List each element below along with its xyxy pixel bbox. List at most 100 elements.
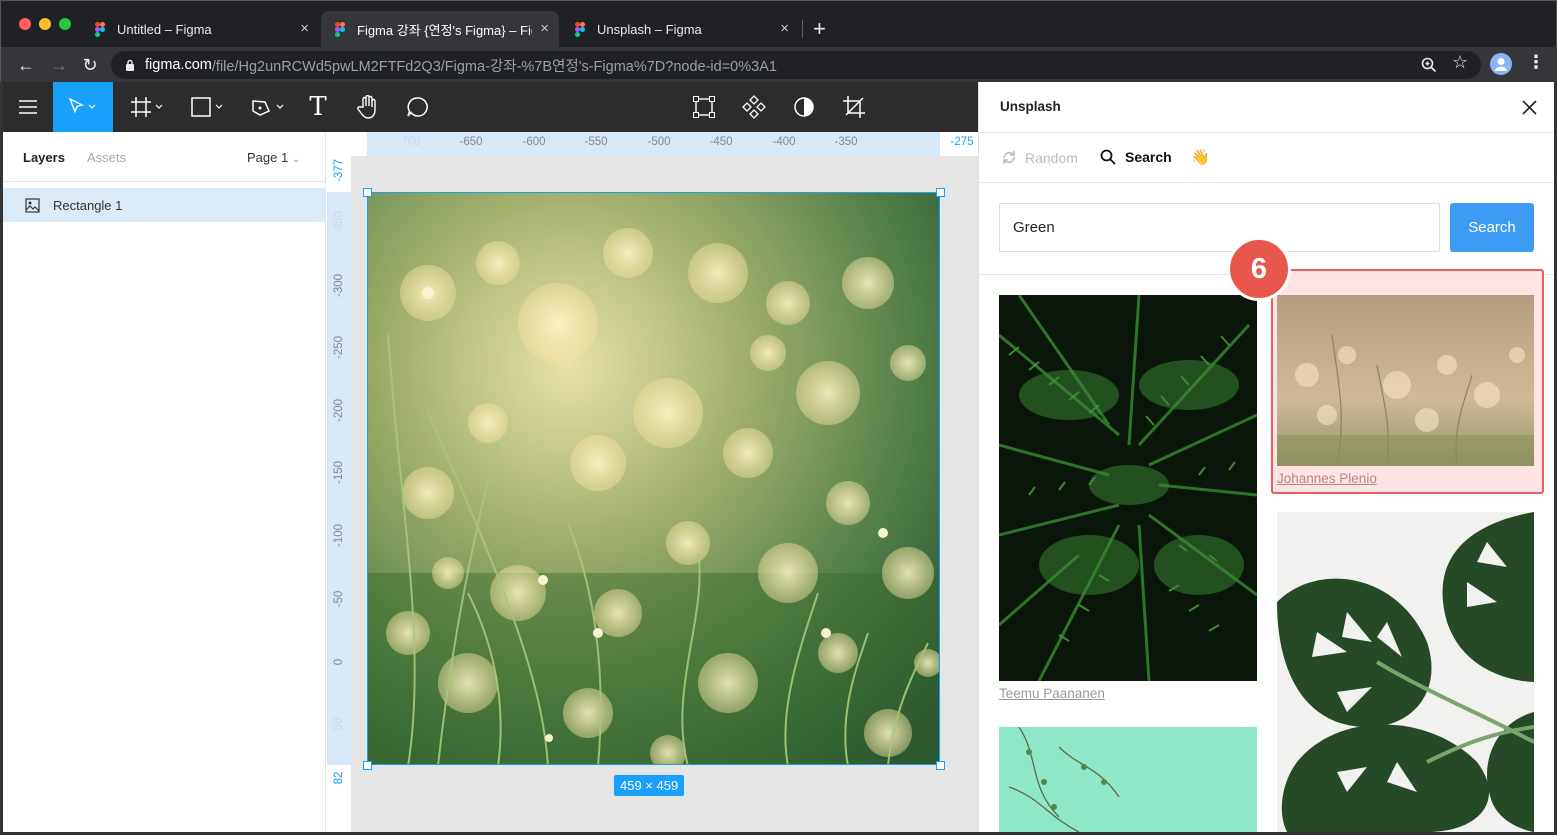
browser-tab-unsplash[interactable]: Unsplash – Figma × [561, 11, 799, 47]
unsplash-plugin-panel: Unsplash Random Search 👋 Search [978, 82, 1555, 832]
result-image-monstera[interactable] [1277, 512, 1534, 832]
browser-window-chrome: Untitled – Figma × Figma 강좌 {연정's Figma}… [0, 0, 1557, 83]
browser-tab-untitled[interactable]: Untitled – Figma × [81, 11, 319, 47]
tab-assets[interactable]: Assets [87, 150, 126, 165]
profile-avatar-icon[interactable] [1490, 53, 1512, 75]
address-bar[interactable]: figma.com/file/Hg2unRCWd5pwLM2FTFd2Q3/Fi… [111, 51, 1481, 79]
ruler-label: 50 [333, 717, 345, 731]
resize-handle-top-left[interactable] [363, 188, 372, 197]
ruler-label: -400 [772, 136, 796, 148]
pen-tool-button[interactable] [245, 82, 291, 132]
figma-toolbar: T [3, 82, 978, 132]
tab-title: Untitled – Figma [117, 21, 212, 37]
tab-close-icon[interactable]: × [300, 20, 309, 37]
waving-hand-icon[interactable]: 👋 [1191, 148, 1210, 166]
minimize-window-button[interactable] [39, 18, 51, 30]
fern-photo [999, 295, 1257, 681]
browser-tab-figma-course[interactable]: Figma 강좌 {연정's Figma} – Figm × [321, 11, 559, 47]
ruler-label-selection-start: -377 [333, 158, 345, 182]
ruler-label-selection-end: 82 [333, 771, 345, 785]
pen-tool-icon [252, 100, 284, 116]
resize-handle-bottom-right[interactable] [936, 761, 945, 770]
tab-random[interactable]: Random [1001, 149, 1078, 166]
photographer-credit-link[interactable]: Teemu Paananen [999, 686, 1105, 701]
dimension-label: 459 × 459 [614, 775, 685, 796]
layer-name: Rectangle 1 [53, 197, 123, 213]
page-selector[interactable]: Page 1 ⌄ [247, 150, 300, 165]
ruler-label: -300 [333, 273, 345, 297]
step-number-badge: 6 [1227, 237, 1291, 301]
tab-divider [802, 20, 803, 38]
shape-tool-button[interactable] [185, 82, 231, 132]
ruler-label: -700 [397, 136, 421, 148]
design-canvas[interactable]: -700 -650 -600 -550 -500 -450 -400 -350 … [327, 132, 978, 832]
frame-tool-button[interactable] [125, 82, 171, 132]
crop-icon [843, 96, 865, 118]
bokeh-grass-photo [368, 193, 939, 764]
browser-menu-icon[interactable]: ⋮ [1527, 52, 1545, 73]
tab-search-label: Search [1125, 149, 1172, 165]
ruler-label: -500 [647, 136, 671, 148]
ruler-label: -550 [584, 136, 608, 148]
bookmark-star-icon[interactable]: ☆ [1452, 52, 1468, 73]
resize-handle-top-right[interactable] [936, 188, 945, 197]
mint-vine-photo [999, 727, 1257, 832]
close-window-button[interactable] [19, 18, 31, 30]
ruler-label: -350 [333, 210, 345, 234]
close-icon[interactable] [1522, 100, 1537, 115]
edit-object-icon [693, 96, 715, 118]
window-border [0, 82, 3, 835]
create-component-button[interactable] [741, 82, 767, 132]
mask-icon [794, 97, 814, 117]
hand-tool-button[interactable] [353, 82, 383, 132]
layer-row-rectangle[interactable]: Rectangle 1 [3, 188, 326, 222]
ruler-label: -250 [333, 335, 345, 359]
result-image-bokeh[interactable] [1277, 295, 1534, 466]
refresh-icon [1003, 151, 1015, 164]
search-input[interactable] [999, 203, 1440, 252]
move-tool-icon [68, 98, 96, 114]
frame-tool-icon [131, 97, 163, 117]
forward-icon[interactable]: → [46, 52, 72, 78]
ruler-label: -50 [333, 590, 345, 608]
figma-favicon-icon [95, 22, 105, 37]
photographer-credit-link[interactable]: Johannes Plenio [1277, 471, 1377, 486]
mask-button[interactable] [791, 82, 817, 132]
resize-handle-bottom-left[interactable] [363, 761, 372, 770]
layers-panel: Layers Assets Page 1 ⌄ Rectangle 1 [3, 132, 326, 832]
vertical-ruler: -377 -350 -300 -250 -200 -150 -100 -50 0… [327, 156, 351, 832]
ruler-label: -350 [834, 136, 858, 148]
search-icon [1100, 149, 1116, 165]
maximize-window-button[interactable] [59, 18, 71, 30]
browser-toolbar: ← → ↻ figma.com/file/Hg2unRCWd5pwLM2FTFd… [1, 47, 1557, 83]
horizontal-ruler: -700 -650 -600 -550 -500 -450 -400 -350 … [367, 132, 978, 156]
selected-image-rectangle[interactable] [367, 192, 940, 765]
edit-object-button[interactable] [691, 82, 717, 132]
comment-tool-button[interactable] [403, 82, 433, 132]
rectangle-tool-icon [191, 97, 223, 117]
ruler-label: -100 [333, 523, 345, 547]
tab-title: Figma 강좌 {연정's Figma} – Figm [357, 22, 532, 38]
url-host: figma.com [145, 57, 212, 73]
text-tool-icon[interactable]: T [303, 82, 333, 132]
result-image-mint-vine[interactable] [999, 727, 1257, 832]
layers-panel-header: Layers Assets Page 1 ⌄ [3, 132, 325, 182]
new-tab-button[interactable]: + [813, 16, 826, 42]
tab-layers[interactable]: Layers [23, 150, 65, 165]
reload-icon[interactable]: ↻ [77, 52, 103, 78]
zoom-icon[interactable] [1421, 57, 1437, 73]
move-tool-button[interactable] [53, 82, 113, 132]
tab-close-icon[interactable]: × [780, 20, 789, 37]
result-image-fern[interactable] [999, 295, 1257, 681]
ruler-label-selection-end: -275 [950, 136, 974, 148]
tab-title: Unsplash – Figma [597, 21, 702, 37]
figma-favicon-icon [575, 22, 585, 37]
bokeh-thumbnail-photo [1277, 295, 1534, 466]
search-button[interactable]: Search [1450, 203, 1534, 252]
ruler-label: 0 [333, 658, 345, 666]
crop-button[interactable] [841, 82, 867, 132]
tab-close-icon[interactable]: × [540, 20, 549, 37]
tab-search[interactable]: Search [1100, 149, 1172, 165]
back-icon[interactable]: ← [13, 52, 39, 78]
main-menu-icon[interactable] [3, 82, 53, 132]
